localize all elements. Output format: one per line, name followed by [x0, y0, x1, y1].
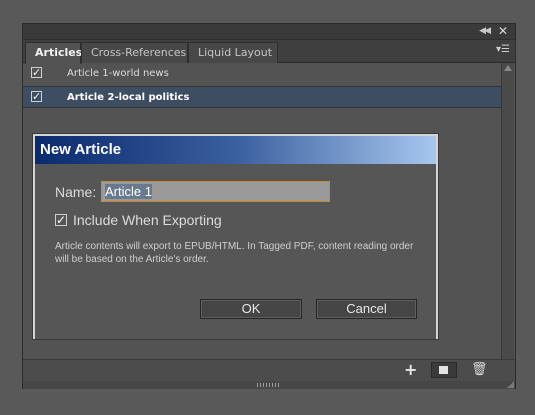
new-article-button[interactable] [431, 362, 457, 378]
article-checkbox[interactable]: ✓ [31, 67, 42, 78]
cancel-button[interactable]: Cancel [316, 299, 417, 319]
include-when-exporting-label[interactable]: Include When Exporting [73, 211, 222, 229]
export-info-text: Article contents will export to EPUB/HTM… [55, 241, 414, 265]
dialog-title: New Article [40, 141, 122, 158]
name-label: Name: [55, 184, 97, 200]
panel-tab-bar: Articles Cross-References Liquid Layout … [23, 40, 515, 64]
panel-resize-grip[interactable] [23, 381, 515, 389]
scroll-up-arrow-icon[interactable] [504, 65, 512, 71]
delete-icon[interactable]: 🗑 [471, 361, 488, 379]
article-label: Article 2-local politics [67, 92, 190, 103]
article-label: Article 1-world news [67, 68, 169, 79]
add-icon[interactable]: + [404, 360, 417, 380]
dialog-body: Name: Article 1 ✓ Include When Exporting… [35, 164, 436, 339]
panel-menu-icon[interactable]: ▾☰ [496, 44, 510, 56]
article-row-selected[interactable]: ✓ Article 2-local politics [23, 86, 501, 108]
tab-liquid-layout[interactable]: Liquid Layout [188, 42, 278, 63]
tab-cross-references[interactable]: Cross-References [81, 42, 188, 63]
corner-resize-icon[interactable] [507, 381, 514, 388]
new-article-icon [439, 366, 448, 374]
article-checkbox[interactable]: ✓ [31, 91, 42, 102]
panel-title-bar: ◀◀ ✕ [23, 24, 515, 40]
grip-icon [257, 383, 279, 387]
list-scrollbar[interactable] [501, 63, 514, 368]
name-input-value: Article 1 [105, 184, 152, 199]
dialog-title-bar[interactable]: New Article [35, 136, 436, 164]
article-row[interactable]: ✓ Article 1-world news [23, 63, 501, 85]
ok-button[interactable]: OK [200, 299, 302, 319]
include-when-exporting-checkbox[interactable]: ✓ [55, 214, 67, 226]
close-icon[interactable]: ✕ [498, 24, 508, 39]
name-input[interactable]: Article 1 [101, 181, 330, 202]
panel-bottom-toolbar: + 🗑 [23, 359, 515, 381]
new-article-dialog: New Article Name: Article 1 ✓ Include Wh… [33, 134, 438, 339]
collapse-icon[interactable]: ◀◀ [479, 25, 491, 38]
tab-articles[interactable]: Articles [25, 42, 82, 64]
